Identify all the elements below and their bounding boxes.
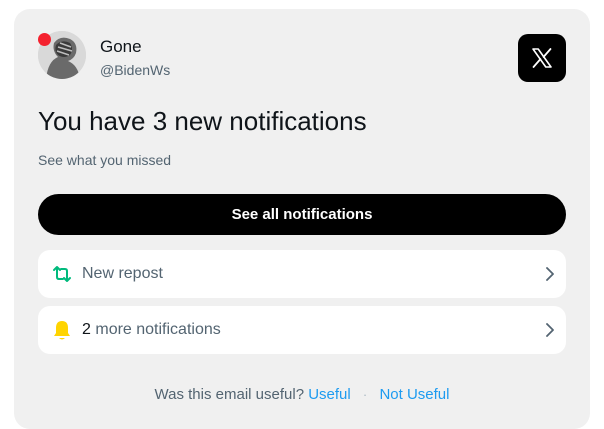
notification-count: 2 bbox=[82, 321, 91, 338]
page-title: You have 3 new notifications bbox=[38, 106, 367, 136]
notification-item-repost[interactable]: New repost bbox=[38, 250, 566, 298]
chevron-right-icon bbox=[542, 266, 558, 282]
x-logo-icon[interactable] bbox=[518, 34, 566, 82]
repost-icon bbox=[50, 262, 74, 286]
notification-dot bbox=[38, 33, 51, 46]
user-handle: @BidenWs bbox=[100, 62, 171, 78]
notification-item-more[interactable]: 2 more notifications bbox=[38, 306, 566, 354]
chevron-right-icon bbox=[542, 322, 558, 338]
notification-item-label: New repost bbox=[82, 265, 542, 283]
feedback-bar: Was this email useful? Useful · Not Usef… bbox=[14, 386, 590, 403]
notification-item-label: 2 more notifications bbox=[82, 321, 542, 339]
subtitle: See what you missed bbox=[38, 152, 172, 168]
feedback-separator: · bbox=[362, 387, 368, 402]
useful-link[interactable]: Useful bbox=[308, 386, 351, 403]
not-useful-link[interactable]: Not Useful bbox=[379, 386, 449, 403]
see-all-notifications-button[interactable]: See all notifications bbox=[38, 194, 566, 235]
bell-icon bbox=[50, 318, 74, 342]
notification-text: New repost bbox=[82, 265, 163, 282]
notification-card: Gone @BidenWs You have 3 new notificatio… bbox=[14, 9, 590, 429]
notification-text: more notifications bbox=[95, 321, 221, 338]
user-name: Gone bbox=[100, 37, 142, 56]
avatar-container[interactable] bbox=[38, 31, 86, 79]
feedback-question: Was this email useful? bbox=[154, 386, 305, 403]
